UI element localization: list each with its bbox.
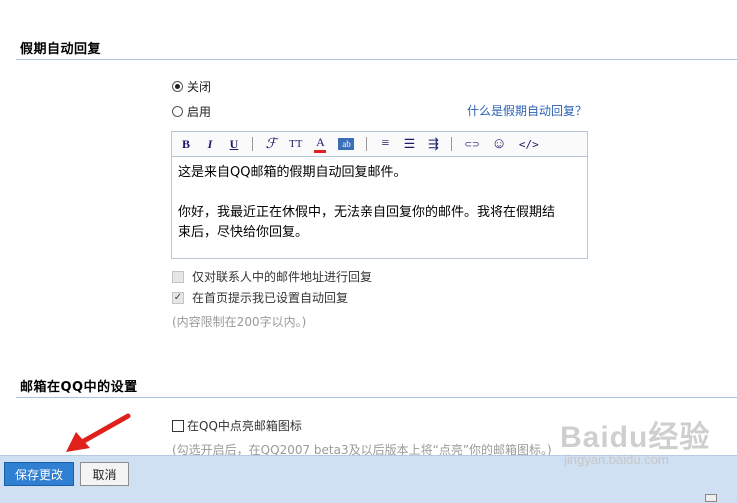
homepage-notice-option: ✓ 在首页提示我已设置自动回复: [172, 289, 348, 306]
radio-off-button[interactable]: [172, 81, 183, 92]
editor-content[interactable]: 这是来自QQ邮箱的假期自动回复邮件。 你好，我最近正在休假中，无法亲自回复你的邮…: [178, 163, 581, 243]
radio-on-label: 启用: [187, 105, 212, 119]
radio-off-option[interactable]: 关闭: [172, 78, 211, 95]
font-family-icon[interactable]: ℱ: [265, 135, 277, 153]
light-icon-option[interactable]: 在QQ中点亮邮箱图标: [172, 417, 302, 434]
toolbar-separator: [451, 137, 453, 151]
vacation-help-link[interactable]: 什么是假期自动回复？: [467, 102, 587, 119]
homepage-notice-checkbox: ✓: [172, 291, 184, 304]
italic-button[interactable]: I: [204, 135, 216, 153]
font-color-icon[interactable]: A: [314, 135, 327, 153]
radio-on-button[interactable]: [172, 106, 183, 117]
light-icon-label: 在QQ中点亮邮箱图标: [187, 419, 302, 433]
contacts-only-option: 仅对联系人中的邮件地址进行回复: [172, 268, 372, 285]
content-limit-hint: (内容限制在200字以内。): [172, 315, 307, 329]
background-color-icon[interactable]: ab: [338, 138, 355, 150]
radio-off-label: 关闭: [187, 80, 212, 94]
homepage-notice-label: 在首页提示我已设置自动回复: [192, 291, 349, 305]
toolbar-separator: [252, 137, 253, 151]
section-divider: [16, 59, 737, 60]
link-icon[interactable]: ⊂⊃: [464, 135, 479, 153]
underline-button[interactable]: U: [228, 135, 240, 153]
contacts-only-label: 仅对联系人中的邮件地址进行回复: [192, 270, 373, 284]
code-icon[interactable]: </>: [519, 135, 539, 153]
baidu-watermark: Baidu经验 jingyan.baidu.com: [560, 412, 710, 467]
bold-button[interactable]: B: [180, 135, 192, 153]
editor-line: 你好，我最近正在休假中，无法亲自回复你的邮件。我将在假期结: [178, 205, 556, 220]
light-icon-checkbox[interactable]: [172, 419, 184, 432]
qq-settings-section-title: 邮箱在QQ中的设置: [20, 380, 138, 395]
watermark-main: Baidu经验: [560, 421, 711, 454]
editor-line: 这是来自QQ邮箱的假期自动回复邮件。: [178, 165, 407, 180]
annotation-arrow-icon: [66, 413, 131, 452]
reply-editor[interactable]: B I U ℱ TT A ab ≡ ☰ ⇶ ⊂⊃ ☺ </> 这是来自QQ邮箱的…: [171, 131, 588, 259]
editor-line: 束后，尽快给你回复。: [178, 225, 309, 240]
section-divider: [16, 397, 737, 398]
font-size-icon[interactable]: TT: [289, 135, 302, 153]
toolbar-separator: [366, 137, 368, 151]
cancel-button[interactable]: 取消: [80, 462, 129, 486]
list-icon[interactable]: ☰: [403, 135, 416, 153]
radio-on-option[interactable]: 启用: [172, 103, 211, 120]
emoji-icon[interactable]: ☺: [492, 135, 507, 153]
editor-blank-line: [178, 183, 581, 203]
align-icon[interactable]: ≡: [379, 135, 391, 153]
editor-toolbar: B I U ℱ TT A ab ≡ ☰ ⇶ ⊂⊃ ☺ </>: [172, 132, 587, 157]
save-button[interactable]: 保存更改: [4, 462, 74, 486]
indent-icon[interactable]: ⇶: [427, 135, 439, 153]
vacation-section-title: 假期自动回复: [20, 42, 102, 57]
resize-corner-icon: [705, 494, 717, 502]
contacts-only-checkbox: [172, 270, 184, 283]
